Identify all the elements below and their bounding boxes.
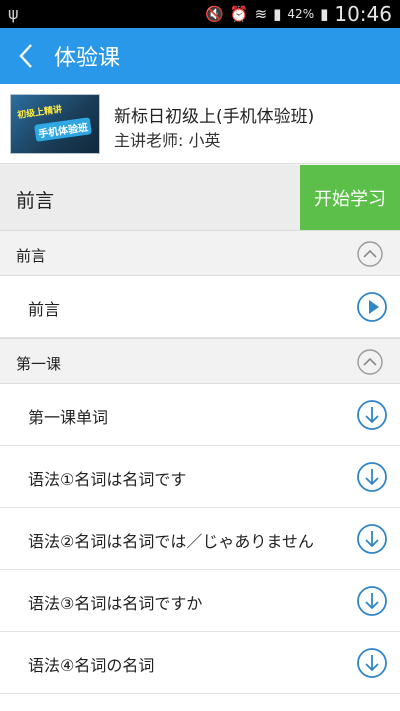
course-thumbnail: 初级上精讲 手机体验班 <box>10 94 100 154</box>
list-item[interactable]: 语法③名词は名词ですか <box>0 570 400 632</box>
item-label: 前言 <box>28 300 61 319</box>
page-title: 体验课 <box>54 46 121 71</box>
item-label: 语法①名词は名词です <box>28 470 187 489</box>
chapter-label: 第一课 <box>16 355 62 373</box>
clock: 10:46 <box>334 2 392 26</box>
course-teacher: 主讲老师: 小英 <box>114 131 221 150</box>
item-label: 语法④名词の名词 <box>28 656 155 675</box>
app-bar: 体验课 <box>0 28 400 84</box>
download-icon[interactable] <box>356 399 388 431</box>
battery-icon: ▮ <box>320 5 329 23</box>
mute-icon: 🔇 <box>205 5 224 23</box>
item-label: 第一课单词 <box>28 408 109 427</box>
download-icon[interactable] <box>356 585 388 617</box>
list-item[interactable]: 前言 <box>0 276 400 338</box>
usb-icon: ψ <box>8 4 19 23</box>
download-icon[interactable] <box>356 523 388 555</box>
course-title: 新标日初级上(手机体验班) <box>114 107 315 127</box>
list-item[interactable]: 第一课单词 <box>0 384 400 446</box>
list-item[interactable]: 语法①名词は名词です <box>0 446 400 508</box>
section-bar: 前言 开始学习 <box>0 165 400 230</box>
collapse-icon[interactable] <box>356 348 384 376</box>
chapter-header[interactable]: 第一课 <box>0 338 400 384</box>
item-label: 语法②名词は名词では／じゃありません <box>28 532 314 551</box>
battery-percent: 42% <box>287 7 315 21</box>
chevron-left-icon <box>19 44 32 68</box>
signal-icon: ▮ <box>273 5 282 23</box>
download-icon[interactable] <box>356 647 388 679</box>
play-icon[interactable] <box>356 291 388 323</box>
list-item[interactable]: 语法②名词は名词では／じゃありません <box>0 508 400 570</box>
item-label: 语法③名词は名词ですか <box>28 594 203 613</box>
chapter-label: 前言 <box>16 247 47 265</box>
alarm-icon: ⏰ <box>229 5 249 23</box>
chapter-header[interactable]: 前言 <box>0 230 400 276</box>
list-item-partial[interactable] <box>0 694 400 711</box>
back-button[interactable] <box>0 28 52 84</box>
download-icon[interactable] <box>356 461 388 493</box>
course-header: 初级上精讲 手机体验班 新标日初级上(手机体验班) 主讲老师: 小英 <box>0 84 400 164</box>
status-bar: ψ 🔇 ⏰ ≋ ▮ 42% ▮ 10:46 <box>0 0 400 28</box>
list-item[interactable]: 语法④名词の名词 <box>0 632 400 694</box>
lesson-list: 前言 前言 第一课 第一课单词 语法①名词は名词です 语法②名词は名词では／じゃ… <box>0 230 400 711</box>
collapse-icon[interactable] <box>356 240 384 268</box>
start-learning-button[interactable]: 开始学习 <box>300 165 400 230</box>
wifi-icon: ≋ <box>254 5 268 23</box>
section-title: 前言 <box>16 190 55 212</box>
